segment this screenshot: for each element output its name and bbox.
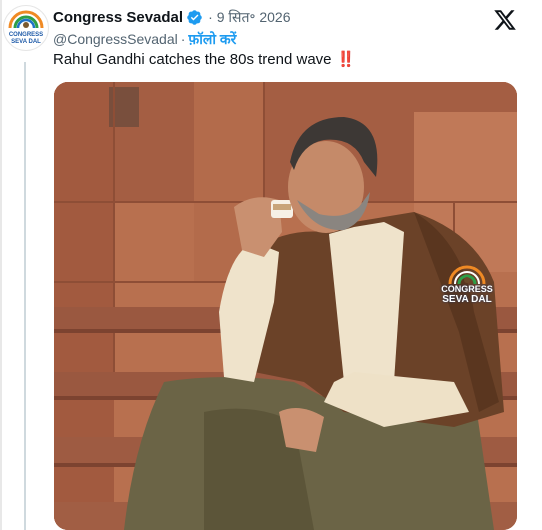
tweet-card: CONGRESS SEVA DAL Congress Sevadal · 9 स…: [0, 0, 542, 530]
avatar-logo-line2: SEVA DAL: [11, 39, 41, 45]
tweet-text-body: Rahul Gandhi catches the 80s trend wave: [53, 51, 332, 68]
seva-dal-watermark-icon: [448, 265, 486, 285]
follow-button[interactable]: फ़ॉलो करें: [188, 30, 236, 49]
watermark-line2: SEVA DAL: [442, 294, 492, 305]
tweet-media-photo[interactable]: CONGRESS SEVA DAL: [54, 82, 517, 530]
x-logo-icon[interactable]: [493, 8, 517, 32]
avatar-logo-line1: CONGRESS: [8, 32, 44, 38]
watermark-line1: CONGRESS: [441, 284, 493, 294]
thread-line: [24, 62, 26, 530]
tweet-text: Rahul Gandhi catches the 80s trend wave ‼…: [53, 50, 356, 68]
double-exclamation-icon: ‼️: [336, 51, 356, 68]
display-name[interactable]: Congress Sevadal: [53, 9, 183, 26]
user-handle[interactable]: @CongressSevadal: [53, 31, 178, 47]
header-separator: ·: [208, 9, 213, 25]
photo-illustration: [54, 82, 517, 530]
tweet-subheader: @CongressSevadal · फ़ॉलो करें: [53, 29, 236, 49]
avatar[interactable]: CONGRESS SEVA DAL: [3, 5, 49, 51]
tweet-header: Congress Sevadal · 9 सित॰ 2026: [53, 6, 290, 28]
timeline-border: [0, 0, 2, 530]
tweet-date[interactable]: 9 सित॰ 2026: [217, 8, 291, 27]
handle-separator: ·: [180, 31, 186, 47]
verified-badge-icon: [186, 9, 203, 26]
